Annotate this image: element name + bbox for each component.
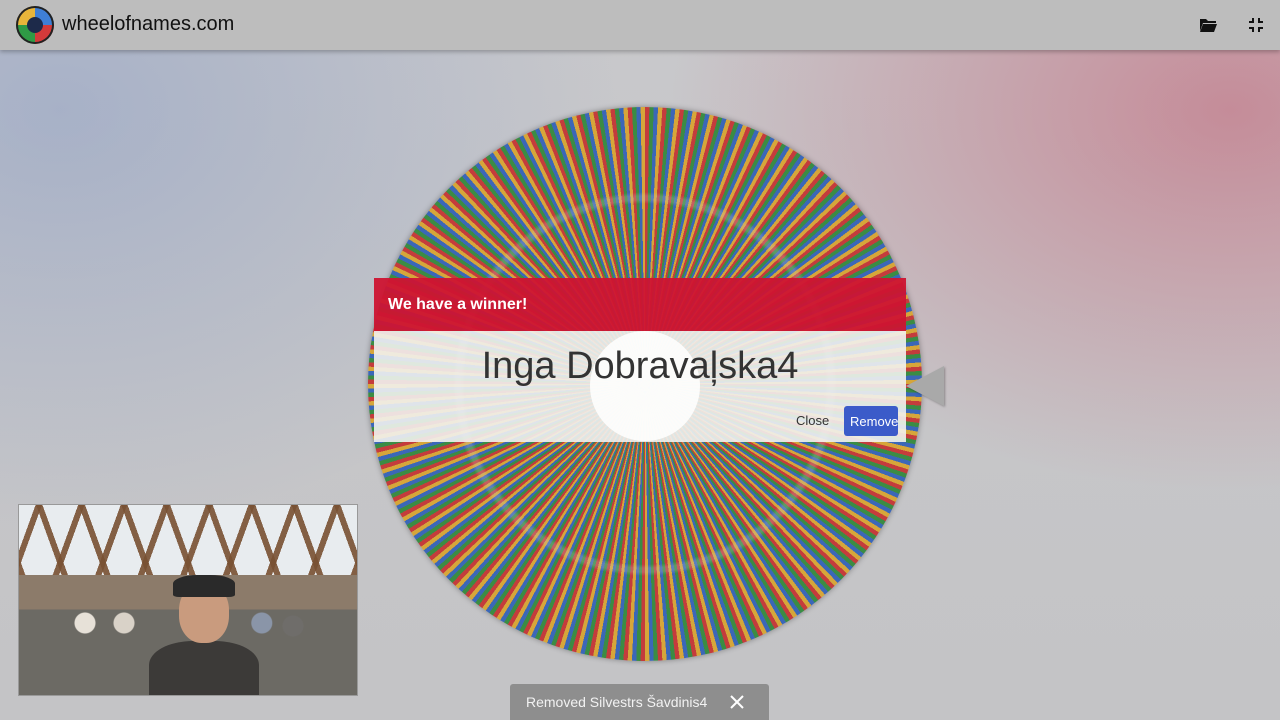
dialog-body: Inga Dobravaļska4 Close Remove xyxy=(374,331,906,442)
close-icon[interactable] xyxy=(725,690,749,714)
logo-icon[interactable] xyxy=(16,6,54,44)
open-folder-icon[interactable] xyxy=(1196,13,1220,37)
close-button[interactable]: Close xyxy=(790,409,835,432)
wheel-pointer-icon xyxy=(906,366,944,406)
snackbar-message: Removed Silvestrs Šavdinis4 xyxy=(526,694,708,710)
remove-button[interactable]: Remove xyxy=(844,406,898,436)
webcam-roof xyxy=(19,505,357,575)
webcam-presenter xyxy=(149,575,259,695)
webcam-overlay xyxy=(18,504,358,696)
top-bar: wheelofnames.com xyxy=(0,0,1280,50)
snackbar: Removed Silvestrs Šavdinis4 xyxy=(510,684,769,720)
dialog-title: We have a winner! xyxy=(388,295,528,313)
site-title[interactable]: wheelofnames.com xyxy=(62,13,234,36)
winner-dialog: We have a winner! Inga Dobravaļska4 Clos… xyxy=(374,278,906,442)
winner-name: Inga Dobravaļska4 xyxy=(481,345,799,387)
dialog-header: We have a winner! xyxy=(374,278,906,331)
exit-fullscreen-icon[interactable] xyxy=(1244,13,1268,37)
